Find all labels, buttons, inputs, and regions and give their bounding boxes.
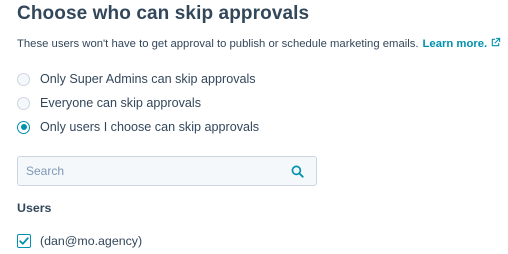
learn-more-link[interactable]: Learn more. (422, 37, 502, 50)
user-item[interactable]: (dan@mo.agency) (17, 232, 142, 250)
learn-more-label: Learn more. (422, 38, 488, 50)
skip-approvals-panel: Choose who can skip approvals These user… (0, 0, 508, 254)
radio-chosen-users[interactable] (17, 120, 30, 134)
section-description: These users won't have to get approval t… (17, 36, 501, 52)
approval-options: Only Super Admins can skip approvals Eve… (17, 67, 259, 139)
option-label: Only users I choose can skip approvals (40, 120, 260, 134)
description-text: These users won't have to get approval t… (17, 38, 419, 50)
option-label: Only Super Admins can skip approvals (40, 72, 256, 86)
checkmark-icon (19, 237, 29, 245)
section-title: Choose who can skip approvals (17, 3, 310, 24)
user-checkbox[interactable] (17, 234, 31, 248)
search-icon[interactable] (291, 165, 304, 178)
option-super-admins[interactable]: Only Super Admins can skip approvals (17, 67, 259, 91)
option-label: Everyone can skip approvals (40, 96, 202, 110)
users-heading: Users (17, 201, 52, 215)
external-link-icon (491, 37, 501, 47)
option-everyone[interactable]: Everyone can skip approvals (17, 91, 259, 115)
user-label: (dan@mo.agency) (40, 234, 143, 248)
search-box (17, 156, 317, 186)
radio-super-admins[interactable] (17, 72, 30, 86)
option-chosen-users[interactable]: Only users I choose can skip approvals (17, 115, 259, 139)
search-input[interactable] (18, 157, 286, 185)
radio-everyone[interactable] (17, 96, 30, 110)
